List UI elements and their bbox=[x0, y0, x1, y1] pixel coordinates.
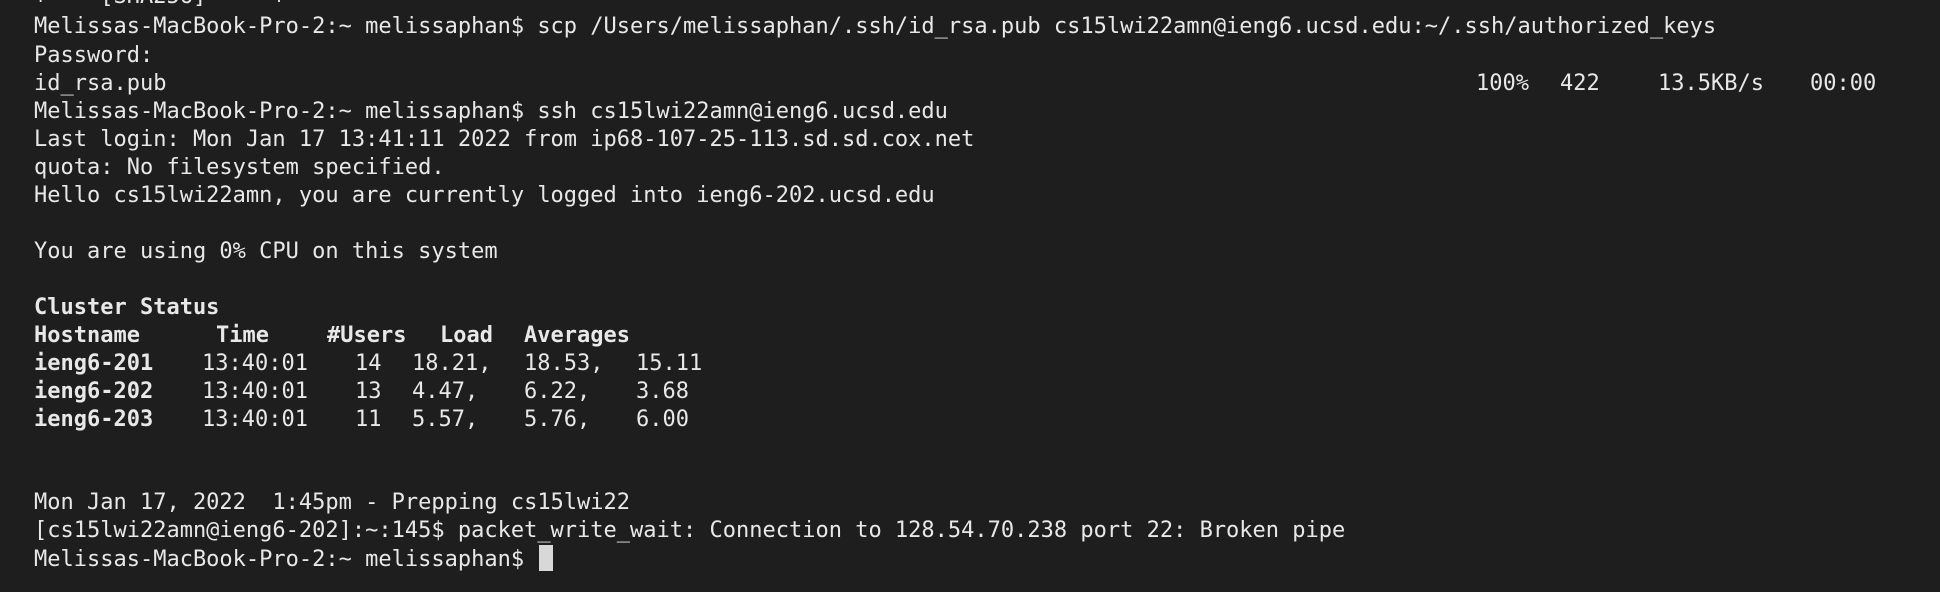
transfer-eta: 00:00 bbox=[1810, 71, 1877, 96]
login-banner-line: Mon Jan 17, 2022 1:45pm - Prepping cs15l… bbox=[34, 490, 631, 515]
last-login-line: Last login: Mon Jan 17 13:41:11 2022 fro… bbox=[34, 127, 975, 152]
cluster-status-heading: Cluster Status bbox=[34, 295, 220, 320]
terminal-window[interactable]: +----[SHA256]-----+ Melissas-MacBook-Pro… bbox=[0, 0, 1940, 592]
row-time: 13:40:01 bbox=[202, 379, 308, 404]
text-cursor bbox=[539, 545, 554, 571]
partial-key-art-line: +----[SHA256]-----+ bbox=[34, 0, 286, 11]
row-load-1: 5.57, bbox=[412, 407, 479, 432]
scp-command-line: Melissas-MacBook-Pro-2:~ melissaphan$ sc… bbox=[34, 14, 1717, 39]
transfer-file-name: id_rsa.pub bbox=[34, 71, 167, 96]
table-header-users: #Users bbox=[327, 323, 407, 348]
row-load-1: 4.47, bbox=[412, 379, 479, 404]
row-load-15: 3.68 bbox=[636, 379, 689, 404]
hello-line: Hello cs15lwi22amn, you are currently lo… bbox=[34, 183, 935, 208]
row-load-5: 5.76, bbox=[524, 407, 591, 432]
table-header-time: Time bbox=[216, 323, 269, 348]
ssh-command-line: Melissas-MacBook-Pro-2:~ melissaphan$ ss… bbox=[34, 99, 948, 124]
prompt-text: Melissas-MacBook-Pro-2:~ melissaphan$ bbox=[34, 547, 538, 572]
row-load-1: 18.21, bbox=[412, 351, 492, 376]
row-load-5: 6.22, bbox=[524, 379, 591, 404]
transfer-rate: 13.5KB/s bbox=[1658, 71, 1764, 96]
broken-pipe-line: [cs15lwi22amn@ieng6-202]:~:145$ packet_w… bbox=[34, 518, 1346, 543]
row-users: 11 bbox=[355, 407, 382, 432]
row-hostname: ieng6-203 bbox=[34, 407, 154, 432]
row-users: 13 bbox=[355, 379, 382, 404]
table-header-load: Load bbox=[440, 323, 493, 348]
row-time: 13:40:01 bbox=[202, 407, 308, 432]
table-header-hostname: Hostname bbox=[34, 323, 140, 348]
table-header-averages: Averages bbox=[524, 323, 630, 348]
password-prompt-line: Password: bbox=[34, 43, 154, 68]
row-time: 13:40:01 bbox=[202, 351, 308, 376]
transfer-bytes: 422 bbox=[1560, 71, 1600, 96]
row-users: 14 bbox=[355, 351, 382, 376]
row-hostname: ieng6-201 bbox=[34, 351, 154, 376]
transfer-percent: 100% bbox=[1476, 71, 1529, 96]
row-load-15: 6.00 bbox=[636, 407, 689, 432]
final-prompt-line[interactable]: Melissas-MacBook-Pro-2:~ melissaphan$ bbox=[34, 545, 554, 573]
quota-line: quota: No filesystem specified. bbox=[34, 155, 445, 180]
row-load-5: 18.53, bbox=[524, 351, 604, 376]
row-hostname: ieng6-202 bbox=[34, 379, 154, 404]
row-load-15: 15.11 bbox=[636, 351, 703, 376]
cpu-usage-line: You are using 0% CPU on this system bbox=[34, 239, 498, 264]
